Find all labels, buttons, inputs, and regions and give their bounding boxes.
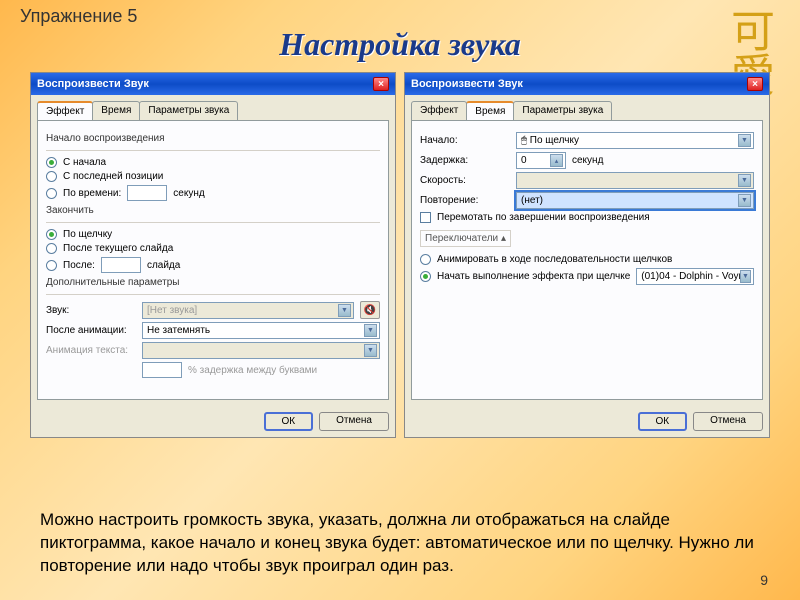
dialog-effect: Воспроизвести Звук × Эффект Время Параме… xyxy=(30,72,396,438)
chevron-down-icon: ▼ xyxy=(738,174,751,187)
repeat-label: Повторение: xyxy=(420,195,510,206)
group-start: Начало воспроизведения xyxy=(46,133,380,144)
tab-effect[interactable]: Эффект xyxy=(37,101,93,120)
unit-label: секунд xyxy=(173,188,204,199)
rewind-check[interactable] xyxy=(420,212,431,223)
cancel-button[interactable]: Отмена xyxy=(319,412,389,431)
sound-label: Звук: xyxy=(46,305,136,316)
delay-label: Задержка: xyxy=(420,155,510,166)
radio-label: По щелчку xyxy=(63,229,112,240)
button-row: ОК Отмена xyxy=(31,406,395,437)
tab-effect[interactable]: Эффект xyxy=(411,101,467,120)
cancel-button[interactable]: Отмена xyxy=(693,412,763,431)
panel-effect: Начало воспроизведения С начала С послед… xyxy=(37,120,389,400)
radio-after-n[interactable] xyxy=(46,260,57,271)
page-title: Настройка звука xyxy=(279,26,521,63)
speed-combo: ▼ xyxy=(516,172,754,189)
close-icon[interactable]: × xyxy=(373,77,389,91)
titlebar[interactable]: Воспроизвести Звук × xyxy=(405,73,769,95)
radio-label: После текущего слайда xyxy=(63,243,173,254)
radio-by-time[interactable] xyxy=(46,188,57,199)
time-spinner[interactable] xyxy=(127,185,167,201)
radio-label: С начала xyxy=(63,157,106,168)
radio-label: Начать выполнение эффекта при щелчке xyxy=(437,271,630,282)
tab-sound-params[interactable]: Параметры звука xyxy=(139,101,238,120)
speed-label: Скорость: xyxy=(420,175,510,186)
chevron-down-icon[interactable]: ▼ xyxy=(738,134,751,147)
group-end: Закончить xyxy=(46,205,380,216)
chevron-down-icon[interactable]: ▼ xyxy=(740,270,751,283)
check-label: Перемотать по завершении воспроизведения xyxy=(437,212,650,223)
triggers-toggle[interactable]: Переключатели ▴ xyxy=(420,230,511,247)
radio-from-start[interactable] xyxy=(46,157,57,168)
close-icon[interactable]: × xyxy=(747,77,763,91)
combo-value: [Нет звука] xyxy=(147,305,197,316)
group-extra: Дополнительные параметры xyxy=(46,277,380,288)
dialog-time: Воспроизвести Звук × Эффект Время Параме… xyxy=(404,72,770,438)
repeat-combo[interactable]: (нет) ▼ xyxy=(516,192,754,209)
radio-label: С последней позиции xyxy=(63,171,163,182)
radio-last-pos[interactable] xyxy=(46,171,57,182)
radio-label: Анимировать в ходе последовательности ще… xyxy=(437,254,672,265)
combo-value: По щелчку xyxy=(530,135,579,146)
ok-button[interactable]: ОК xyxy=(638,412,688,431)
unit-label: слайда xyxy=(147,260,180,271)
chevron-down-icon[interactable]: ▼ xyxy=(338,304,351,317)
start-combo[interactable]: 🖱 По щелчку ▼ xyxy=(516,132,754,149)
afteranim-label: После анимации: xyxy=(46,325,136,336)
trigger-combo[interactable]: (01)04 - Dolphin - Voyna.m▼ xyxy=(636,268,754,285)
delay-text: % задержка между буквами xyxy=(188,365,317,376)
collapse-icon: ▴ xyxy=(501,233,506,244)
panel-time: Начало:🖱 По щелчку▼ Задержка:0▴секунд Ск… xyxy=(411,120,763,400)
spinner-icon[interactable]: ▴ xyxy=(550,154,563,167)
start-label: Начало: xyxy=(420,135,510,146)
button-row: ОК Отмена xyxy=(405,406,769,437)
dialog-title: Воспроизвести Звук xyxy=(411,78,523,90)
page-number: 9 xyxy=(760,572,768,588)
textanim-combo: ▼ xyxy=(142,342,380,359)
titlebar[interactable]: Воспроизвести Звук × xyxy=(31,73,395,95)
tabstrip: Эффект Время Параметры звука xyxy=(31,95,395,120)
tabstrip: Эффект Время Параметры звука xyxy=(405,95,769,120)
delay-spinner[interactable]: 0▴ xyxy=(516,152,566,169)
mouse-icon: 🖱 xyxy=(521,135,527,146)
tab-time[interactable]: Время xyxy=(92,101,140,120)
combo-value: (01)04 - Dolphin - Voyna.m xyxy=(641,271,740,282)
radio-after-slide[interactable] xyxy=(46,243,57,254)
radio-on-click[interactable] xyxy=(46,229,57,240)
exercise-label: Упражнение 5 xyxy=(20,6,137,27)
ok-button[interactable]: ОК xyxy=(264,412,314,431)
tab-sound-params[interactable]: Параметры звука xyxy=(513,101,612,120)
radio-label: По времени: xyxy=(63,188,121,199)
letter-delay-spinner xyxy=(142,362,182,378)
dialog-title: Воспроизвести Звук xyxy=(37,78,149,90)
chevron-down-icon[interactable]: ▼ xyxy=(738,194,751,207)
tab-time[interactable]: Время xyxy=(466,101,514,120)
combo-value: (нет) xyxy=(521,195,543,206)
speaker-icon[interactable]: 🔇 xyxy=(360,301,380,319)
textanim-label: Анимация текста: xyxy=(46,345,136,356)
unit-label: секунд xyxy=(572,155,603,166)
chevron-down-icon: ▼ xyxy=(364,344,377,357)
afteranim-combo[interactable]: Не затемнять ▼ xyxy=(142,322,380,339)
spinner-value: 0 xyxy=(521,155,527,166)
slides-spinner[interactable] xyxy=(101,257,141,273)
sound-combo[interactable]: [Нет звука] ▼ xyxy=(142,302,354,319)
radio-label: После: xyxy=(63,260,95,271)
radio-animate-seq[interactable] xyxy=(420,254,431,265)
combo-value: Не затемнять xyxy=(147,325,210,336)
dialogs-container: Воспроизвести Звук × Эффект Время Параме… xyxy=(30,72,770,438)
description-text: Можно настроить громкость звука, указать… xyxy=(40,509,760,578)
chevron-down-icon[interactable]: ▼ xyxy=(364,324,377,337)
radio-start-on-click[interactable] xyxy=(420,271,431,282)
